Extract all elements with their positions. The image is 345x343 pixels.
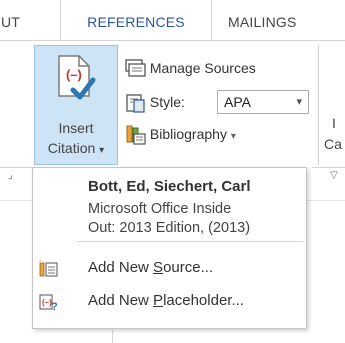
svg-text:(–): (–) (66, 67, 82, 82)
manage-sources-button[interactable]: Manage Sources (124, 57, 256, 79)
next-group-label-partial: I (332, 115, 336, 131)
insert-citation-label-bottom: Citation ▾ (35, 140, 117, 156)
insert-citation-icon: (–) (58, 55, 96, 100)
next-group-label-partial: Ca (324, 136, 342, 152)
tab-label: UT (1, 14, 21, 30)
citation-entry[interactable]: Bott, Ed, Siechert, Carl Microsoft Offic… (33, 168, 306, 240)
insert-citation-menu: Bott, Ed, Siechert, Carl Microsoft Offic… (32, 167, 307, 329)
style-select-value: APA (224, 94, 251, 110)
manage-sources-label: Manage Sources (149, 60, 256, 76)
menu-divider (77, 241, 303, 242)
add-new-placeholder-label: Add New Placeholder... (88, 292, 244, 309)
add-new-placeholder-item[interactable]: (–) ? Add New Placeholder... (33, 287, 306, 317)
style-label-group: Style: (124, 91, 185, 113)
bibliography-icon (126, 125, 146, 145)
add-placeholder-icon: (–) ? (39, 294, 58, 311)
document-area-line (112, 330, 113, 343)
style-icon (126, 94, 145, 113)
chevron-down-icon: ▾ (99, 145, 105, 156)
tab-references[interactable]: REFERENCES (60, 0, 212, 40)
bibliography-label: Bibliography (149, 126, 227, 142)
svg-text:?: ? (51, 301, 58, 311)
tab-label: MAILINGS (228, 14, 297, 30)
add-new-source-label: Add New Source... (88, 259, 214, 276)
ribbon-tab-bar: UT REFERENCES MAILINGS (0, 0, 345, 40)
manage-sources-icon (125, 59, 146, 77)
insert-citation-label-top: Insert (58, 120, 94, 136)
bibliography-button[interactable]: Bibliography ▾ (124, 123, 236, 145)
insert-citation-button[interactable]: (–) Insert Citation ▾ (34, 45, 118, 165)
chevron-down-icon: ▾ (296, 96, 302, 108)
citation-title-line1: Microsoft Office Inside (88, 201, 232, 217)
insert-citation-label: Citation (47, 140, 96, 156)
ribbon-group-separator (318, 45, 319, 165)
tab-mailings[interactable]: MAILINGS (228, 0, 345, 40)
ribbon-bottom-border (312, 167, 345, 168)
add-source-icon: * (39, 260, 58, 277)
dialog-launcher-icon[interactable]: ⌟ (8, 170, 13, 181)
add-new-source-item[interactable]: * Add New Source... (33, 254, 306, 284)
style-label: Style: (149, 94, 185, 110)
citation-title-line2: Out: 2013 Edition, (2013) (88, 220, 251, 236)
ribbon-bottom-border (0, 167, 32, 168)
style-select[interactable]: APA ▾ (217, 90, 309, 114)
tab-label: REFERENCES (87, 14, 185, 30)
chevron-down-icon: ▾ (230, 131, 236, 142)
citation-author: Bott, Ed, Siechert, Carl (88, 178, 251, 195)
tab-layout-partial[interactable]: UT (0, 0, 52, 40)
ruler-tab-marker-icon: ▽ (330, 170, 338, 181)
